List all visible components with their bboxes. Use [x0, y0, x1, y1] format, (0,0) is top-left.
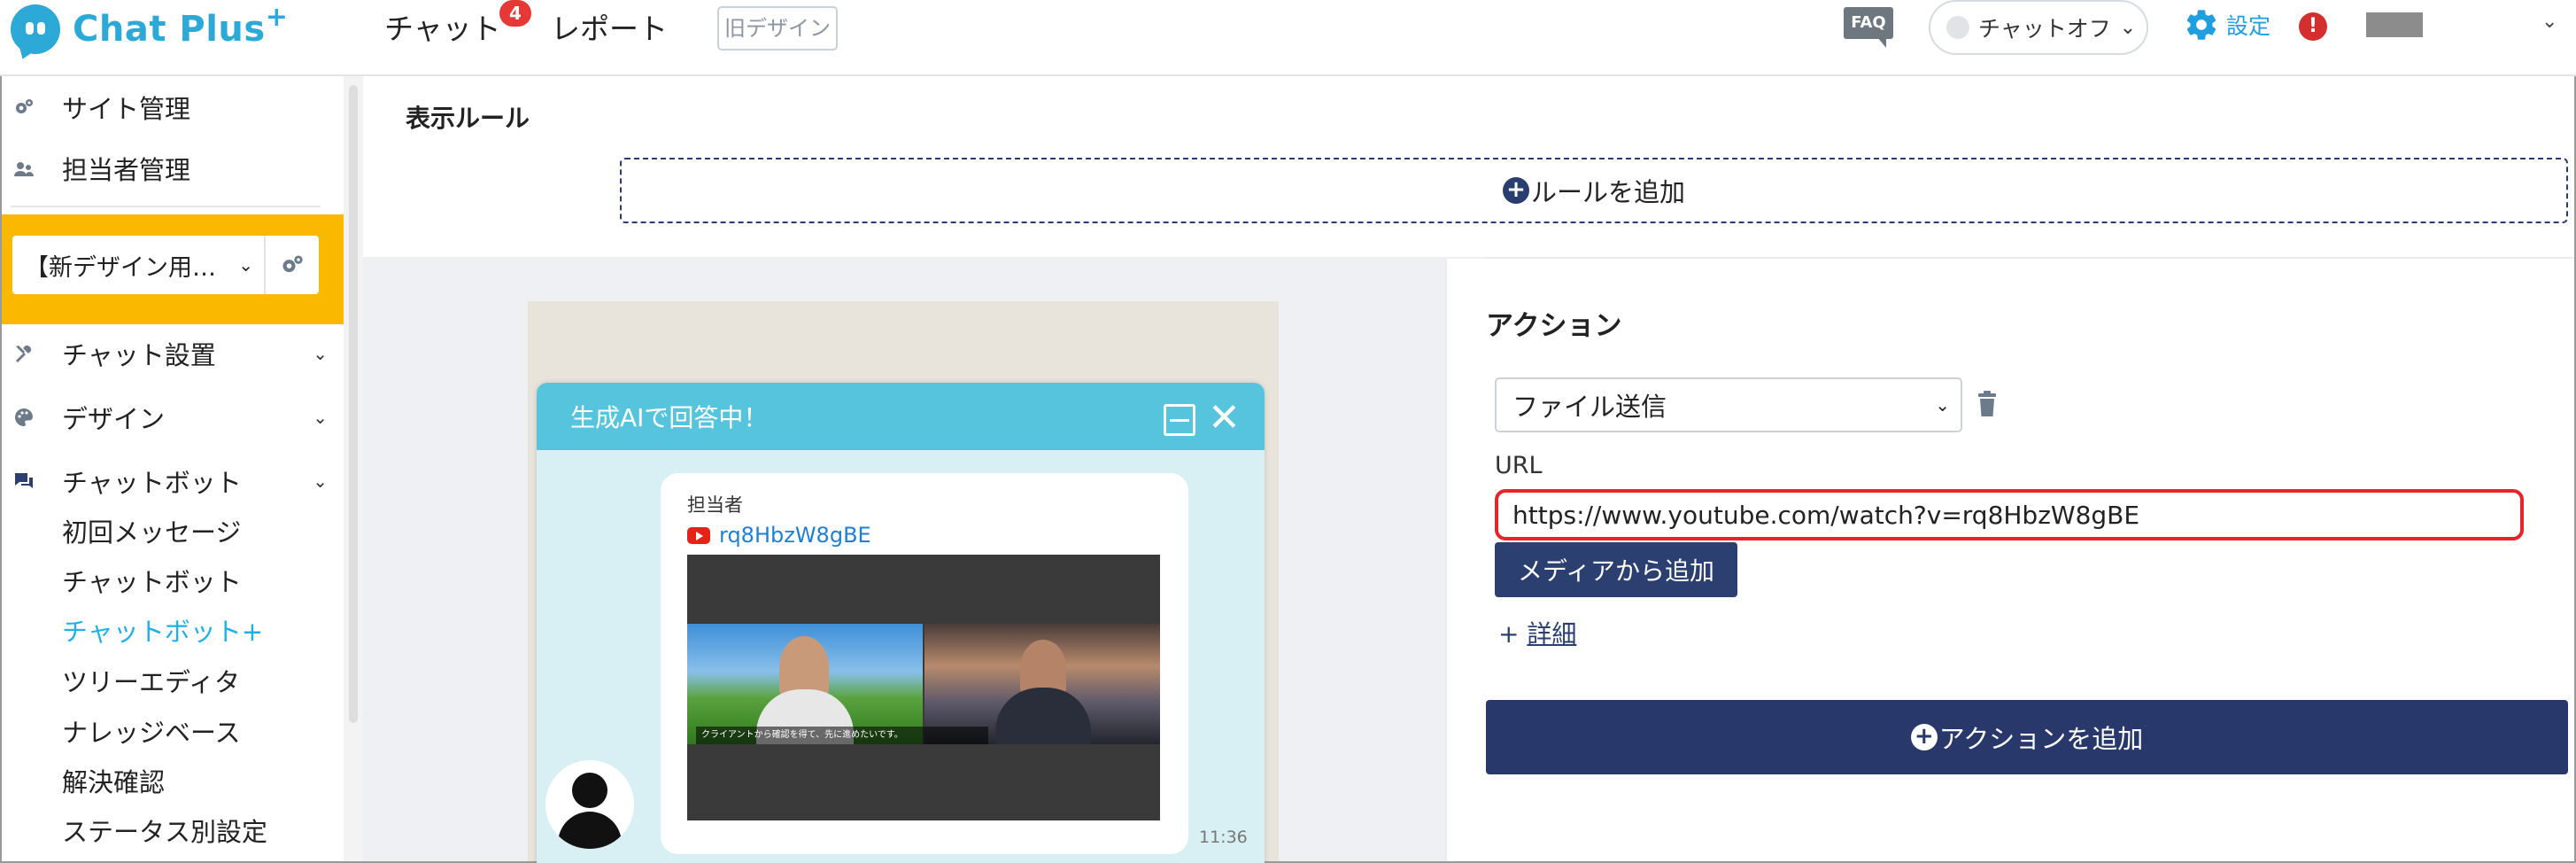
- minimize-icon[interactable]: [1164, 404, 1195, 436]
- sidebar-item-site-management[interactable]: サイト管理: [2, 82, 344, 132]
- details-plus: +: [1498, 619, 1520, 649]
- add-from-media-label: メディアから追加: [1517, 556, 1715, 586]
- settings-button[interactable]: 設定: [2184, 7, 2270, 43]
- site-select[interactable]: 【新デザイン用… ⌄: [12, 236, 266, 294]
- site-settings-button[interactable]: [264, 236, 319, 294]
- action-type-select[interactable]: ファイル送信 ⌄: [1495, 377, 1962, 432]
- users-icon: [12, 157, 35, 180]
- chevron-down-icon: ⌄: [313, 343, 328, 364]
- panel-divider: [1445, 259, 1447, 861]
- action-divider: [1484, 257, 2570, 259]
- chat-status-label: チャットオフ: [1978, 16, 2111, 42]
- action-type-value: ファイル送信: [1512, 392, 1667, 422]
- top-bar: Chat Plus + チャット 4 レポート 旧デザイン FAQ チャットオフ…: [0, 0, 2576, 76]
- sidebar-divider: [11, 206, 321, 207]
- user-menu-chevron-icon[interactable]: ⌄: [2541, 11, 2557, 33]
- sidebar-item-chatbot[interactable]: チャットボット ⌄: [2, 456, 344, 506]
- url-input-value: https://www.youtube.com/watch?v=rq8HbzW8…: [1512, 500, 2140, 530]
- chevron-down-icon: ⌄: [2119, 16, 2137, 39]
- add-from-media-button[interactable]: メディアから追加: [1495, 542, 1737, 597]
- url-label: URL: [1495, 452, 1543, 479]
- chat-preview-window: 生成AIで回答中！ ✕ 担当者 rq8HbzW8gBE クライアントから確認を得…: [537, 383, 1265, 863]
- sidebar-subitem-resolution-check[interactable]: 解決確認: [62, 762, 165, 799]
- sidebar-item-label: 担当者管理: [62, 155, 191, 185]
- youtube-link[interactable]: rq8HbzW8gBE: [687, 523, 871, 548]
- palette-icon: [12, 406, 35, 429]
- sidebar-item-label: チャット設置: [62, 340, 216, 370]
- status-dot-icon: [1946, 16, 1969, 39]
- chat-window-header: 生成AIで回答中！: [537, 383, 1265, 450]
- user-avatar[interactable]: [2366, 12, 2423, 37]
- close-icon[interactable]: ✕: [1208, 393, 1241, 443]
- chat-count-badge: 4: [499, 0, 531, 27]
- sidebar-scrollbar[interactable]: [344, 76, 363, 861]
- video-player[interactable]: クライアントから確認を得て、先に進めたいです。: [687, 555, 1160, 820]
- sidebar: サイト管理 担当者管理 【新デザイン用… ⌄ チャット設置 ⌄ デザイン ⌄ チ…: [2, 76, 344, 861]
- video-caption: クライアントから確認を得て、先に進めたいです。: [696, 727, 988, 744]
- message-timestamp: 11:36: [1199, 828, 1248, 847]
- sidebar-item-chat-settings[interactable]: チャット設置 ⌄: [2, 329, 344, 378]
- youtube-video-id: rq8HbzW8gBE: [719, 523, 871, 548]
- logo-plus: +: [265, 1, 288, 33]
- chat-message-bubble: 担当者 rq8HbzW8gBE クライアントから確認を得て、先に進めたいです。: [661, 473, 1188, 854]
- old-design-button[interactable]: 旧デザイン: [717, 6, 838, 51]
- plus-circle-icon: +: [1502, 177, 1529, 204]
- youtube-icon: [687, 526, 710, 544]
- url-input[interactable]: https://www.youtube.com/watch?v=rq8HbzW8…: [1495, 489, 2524, 540]
- chevron-down-icon: ⌄: [313, 407, 328, 428]
- sidebar-subitem-tree-editor[interactable]: ツリーエディタ: [62, 662, 240, 699]
- sidebar-item-design[interactable]: デザイン ⌄: [2, 393, 344, 442]
- nav-chat[interactable]: チャット: [384, 5, 501, 48]
- sidebar-item-label: サイト管理: [62, 94, 191, 124]
- chat-plus-logo[interactable]: Chat Plus +: [11, 2, 288, 57]
- chat-status-toggle[interactable]: チャットオフ ⌄: [1929, 0, 2148, 55]
- display-rule-title: 表示ルール: [406, 104, 530, 133]
- chevron-down-icon: ⌄: [238, 254, 253, 276]
- message-sender: 担当者: [687, 494, 743, 516]
- logo-text: Chat Plus: [73, 9, 266, 50]
- add-action-button[interactable]: + アクションを追加: [1486, 700, 2568, 774]
- add-rule-button[interactable]: + ルールを追加: [620, 158, 2568, 223]
- alert-icon[interactable]: !: [2299, 12, 2327, 41]
- action-title: アクション: [1486, 310, 1622, 342]
- gears-icon: [282, 255, 303, 273]
- scrollbar-thumb[interactable]: [349, 85, 358, 723]
- details-label: 詳細: [1527, 619, 1577, 649]
- sidebar-item-label: チャットボット: [62, 468, 242, 498]
- faq-icon[interactable]: FAQ: [1844, 7, 1893, 48]
- sidebar-item-staff-management[interactable]: 担当者管理: [2, 144, 344, 193]
- tools-icon: [12, 342, 35, 365]
- details-link[interactable]: + 詳細: [1498, 615, 1576, 650]
- sidebar-subitem-chatbot[interactable]: チャットボット: [62, 562, 242, 599]
- chevron-up-icon: ⌄: [313, 470, 328, 492]
- settings-label: 設定: [2226, 13, 2271, 39]
- sidebar-subitem-chatbot-plus[interactable]: チャットボット+: [62, 611, 263, 649]
- sidebar-item-label: デザイン: [62, 404, 166, 434]
- sidebar-subitem-status-settings[interactable]: ステータス別設定: [62, 812, 267, 849]
- agent-avatar: [545, 760, 634, 849]
- add-rule-label: ルールを追加: [1530, 177, 1685, 207]
- trash-icon[interactable]: [1976, 390, 1998, 418]
- chat-bubble-logo-icon: [11, 4, 60, 54]
- add-action-label: アクションを追加: [1938, 724, 2144, 754]
- nav-report[interactable]: レポート: [551, 5, 668, 48]
- sidebar-subitem-first-message[interactable]: 初回メッセージ: [62, 512, 241, 549]
- plus-circle-icon: +: [1910, 724, 1938, 750]
- site-selector-area: 【新デザイン用… ⌄: [2, 214, 344, 324]
- sidebar-subitem-knowledge-base[interactable]: ナレッジベース: [62, 712, 241, 750]
- chat-bubbles-icon: [12, 470, 35, 493]
- gear-icon: [2186, 10, 2216, 40]
- chat-window-title: 生成AIで回答中！: [570, 403, 769, 432]
- site-select-value: 【新デザイン用…: [25, 253, 216, 282]
- gears-icon: [12, 96, 35, 119]
- chevron-down-icon: ⌄: [1935, 394, 1950, 416]
